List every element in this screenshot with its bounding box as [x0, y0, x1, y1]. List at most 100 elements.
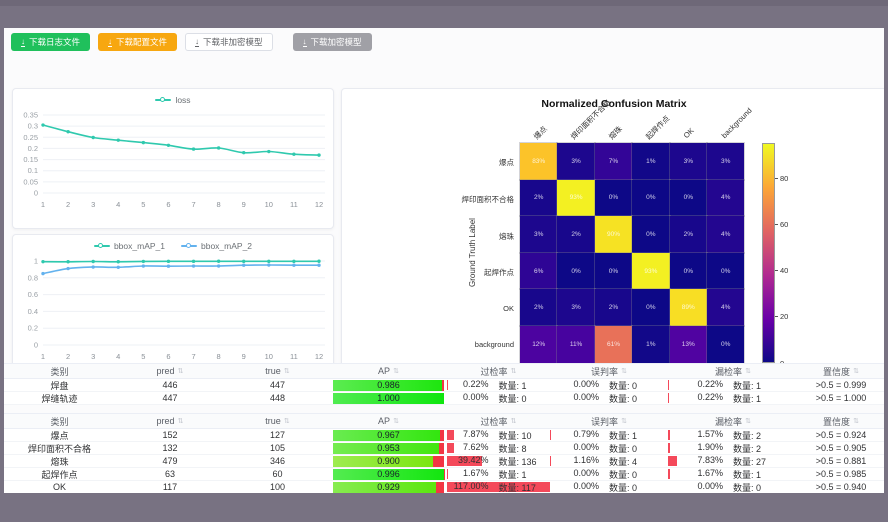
ground-truth-axis: Ground Truth Label [468, 218, 477, 287]
svg-text:8: 8 [217, 352, 221, 361]
download-config-button[interactable]: ↓ 下载配置文件 [98, 33, 177, 51]
matrix-row-label: 起焊作点 [484, 267, 514, 278]
cell-misjudge-rate: 0.00%数量: 0 [550, 392, 668, 404]
svg-text:5: 5 [141, 352, 145, 361]
ap-bar: 0.929 [333, 482, 444, 493]
header-category[interactable]: 类别 [4, 364, 115, 378]
ap-value: 0.986 [333, 380, 444, 391]
table-row: 焊缝轨迹4474481.0000.00%数量: 00.00%数量: 00.22%… [4, 392, 884, 405]
colorbar-tick-label: 60 [780, 220, 788, 229]
matrix-cell: 0% [707, 326, 744, 363]
header-label: 类别 [50, 415, 68, 428]
download-icon: ↓ [303, 38, 307, 47]
table-row: OK1171000.929117.00%数量: 1170.00%数量: 00.0… [4, 481, 884, 493]
cell-true: 127 [225, 429, 330, 441]
download-config-label: 下载配置文件 [116, 36, 167, 48]
rate-count: 数量: 1 [733, 392, 789, 404]
svg-text:1: 1 [34, 257, 38, 266]
header-true[interactable]: true⇅ [225, 414, 330, 428]
header-miss[interactable]: 漏检率⇅ [668, 414, 798, 428]
sort-icon[interactable]: ⇅ [621, 417, 627, 425]
matrix-cell: 0% [670, 253, 707, 290]
legend-item-bbox-map-1[interactable]: bbox_mAP_1 [94, 241, 165, 251]
rate-value: 117.00% [447, 481, 489, 493]
svg-text:2: 2 [66, 200, 70, 209]
cell-misjudge-rate: 1.16%数量: 4 [550, 455, 668, 467]
header-miss[interactable]: 漏检率⇅ [668, 364, 798, 378]
ap-bar: 0.953 [333, 443, 444, 454]
matrix-cell: 0% [595, 180, 632, 217]
sort-icon[interactable]: ⇅ [284, 367, 290, 375]
svg-text:2: 2 [66, 352, 70, 361]
download-encrypted-model-label: 下载加密模型 [311, 36, 362, 48]
header-over[interactable]: 过检率⇅ [447, 364, 550, 378]
cell-pred: 446 [115, 379, 225, 391]
matrix-cell: 1% [632, 326, 669, 363]
header-mis[interactable]: 误判率⇅ [550, 364, 668, 378]
header-true[interactable]: true⇅ [225, 364, 330, 378]
matrix-column-label: 起焊作点 [643, 113, 672, 142]
download-icon: ↓ [195, 38, 199, 47]
header-pred[interactable]: pred⇅ [115, 414, 225, 428]
legend-item-loss[interactable]: loss [155, 95, 190, 105]
sort-icon[interactable]: ⇅ [621, 367, 627, 375]
sort-icon[interactable]: ⇅ [853, 417, 859, 425]
download-encrypted-model-button[interactable]: ↓ 下载加密模型 [293, 33, 372, 51]
legend-item-bbox-map-2[interactable]: bbox_mAP_2 [181, 241, 252, 251]
rate-value: 0.22% [677, 379, 723, 391]
matrix-cell: 0% [632, 216, 669, 253]
svg-text:0.2: 0.2 [28, 324, 38, 333]
sort-icon[interactable]: ⇅ [178, 367, 184, 375]
ap-bar: 0.996 [333, 469, 444, 480]
rate-count: 数量: 0 [499, 392, 551, 404]
rate-bar [668, 456, 677, 466]
cell-confidence: >0.5 = 0.905 [798, 442, 884, 454]
header-conf[interactable]: 置信度⇅ [798, 364, 884, 378]
header-mis[interactable]: 误判率⇅ [550, 414, 668, 428]
rate-text: 1.90%数量: 2 [677, 442, 789, 454]
header-over[interactable]: 过检率⇅ [447, 414, 550, 428]
rate-value: 7.87% [447, 429, 489, 441]
rate-value: 1.67% [447, 468, 489, 480]
colorbar-tick-label: 20 [780, 312, 788, 321]
matrix-row-label: 熔珠 [499, 231, 514, 242]
sort-icon[interactable]: ⇅ [853, 367, 859, 375]
rate-value: 1.57% [677, 429, 723, 441]
sort-icon[interactable]: ⇅ [393, 367, 399, 375]
table-row: 焊印面积不合格1321050.9537.62%数量: 80.00%数量: 01.… [4, 442, 884, 455]
rate-count: 数量: 1 [499, 468, 551, 480]
sort-icon[interactable]: ⇅ [284, 417, 290, 425]
matrix-cell: 89% [670, 289, 707, 326]
cell-miss-rate: 0.22%数量: 1 [668, 392, 798, 404]
download-unencrypted-model-button[interactable]: ↓ 下载非加密模型 [185, 33, 273, 51]
header-ap[interactable]: AP⇅ [330, 364, 447, 378]
rate-value: 0.00% [553, 442, 599, 454]
sort-icon[interactable]: ⇅ [393, 417, 399, 425]
sort-icon[interactable]: ⇅ [745, 417, 751, 425]
sort-icon[interactable]: ⇅ [745, 367, 751, 375]
sort-icon[interactable]: ⇅ [511, 417, 517, 425]
header-conf[interactable]: 置信度⇅ [798, 414, 884, 428]
svg-text:7: 7 [191, 200, 195, 209]
matrix-row-label: 爆点 [499, 157, 514, 168]
cell-category: 焊盘 [4, 379, 115, 391]
download-log-button[interactable]: ↓ 下载日志文件 [11, 33, 90, 51]
cell-ap: 0.929 [330, 481, 447, 493]
download-log-label: 下载日志文件 [29, 36, 80, 48]
download-unencrypted-model-label: 下载非加密模型 [203, 36, 263, 48]
colorbar [762, 143, 775, 363]
rate-text: 1.57%数量: 2 [677, 429, 789, 441]
matrix-cell: 3% [520, 216, 557, 253]
rate-count: 数量: 8 [499, 442, 551, 454]
cell-over-rate: 0.00%数量: 0 [447, 392, 550, 404]
rate-bar [668, 430, 670, 440]
sort-icon[interactable]: ⇅ [178, 417, 184, 425]
rate-count: 数量: 27 [733, 455, 789, 467]
sort-icon[interactable]: ⇅ [511, 367, 517, 375]
rate-count: 数量: 0 [733, 481, 789, 493]
header-pred[interactable]: pred⇅ [115, 364, 225, 378]
cell-category: 爆点 [4, 429, 115, 441]
header-ap[interactable]: AP⇅ [330, 414, 447, 428]
header-category[interactable]: 类别 [4, 414, 115, 428]
ap-value: 0.929 [333, 482, 444, 493]
